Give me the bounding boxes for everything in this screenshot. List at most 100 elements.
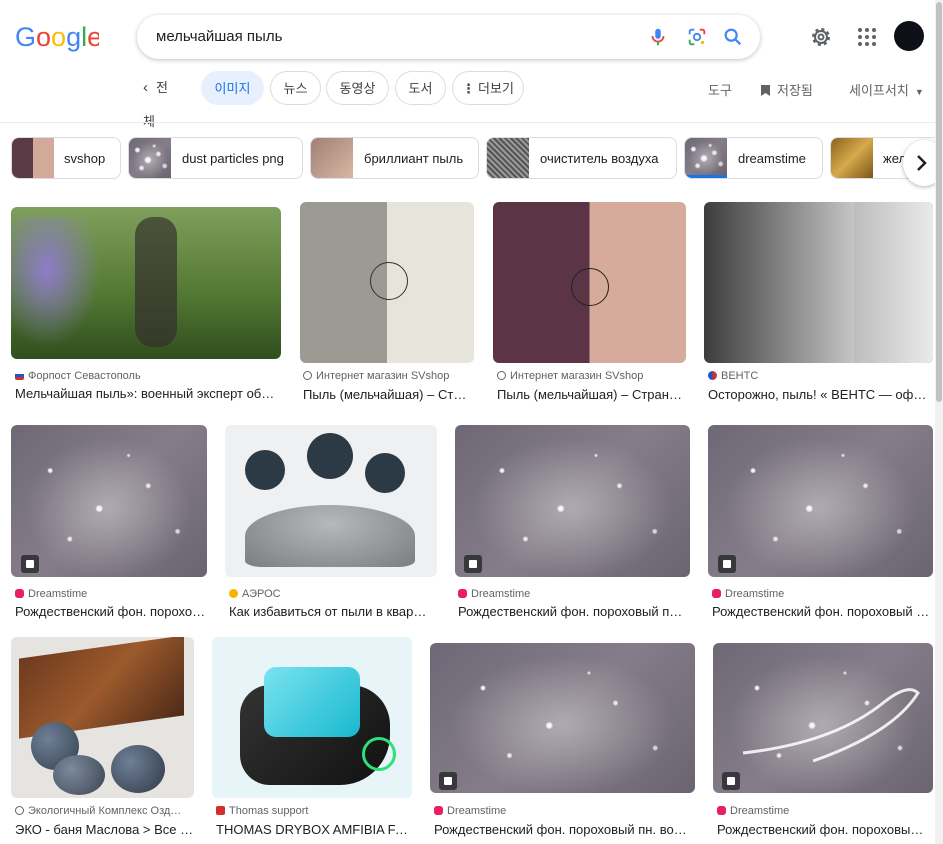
microbe-circle <box>365 453 405 493</box>
stamp-shape <box>571 268 609 306</box>
tab-news[interactable]: 뉴스 <box>270 71 321 105</box>
result-image[interactable] <box>713 643 933 793</box>
dreamstime-favicon <box>434 806 443 815</box>
globe-icon <box>15 806 24 815</box>
camera-lens-icon[interactable] <box>686 26 708 48</box>
image-badge-icon <box>464 555 482 573</box>
result-image[interactable] <box>11 207 281 359</box>
stamp-shape <box>370 262 408 300</box>
result-title[interactable]: Пыль (мельчайшая) – Стран… <box>497 387 683 402</box>
result-title[interactable]: Осторожно, пыль! « ВЕНТС — офиц… <box>708 387 933 402</box>
result-image[interactable] <box>225 425 437 577</box>
chip-label: бриллиант пыль <box>364 151 464 166</box>
chip-dreamstime[interactable]: dreamstime <box>684 137 823 179</box>
result-card[interactable]: Dreamstime Рождественский фон. пороховый… <box>430 643 695 844</box>
result-card[interactable]: ВЕНТС Осторожно, пыль! « ВЕНТС — офиц… <box>704 202 933 407</box>
result-title[interactable]: Пыль (мельчайшая) – Стр… <box>303 387 473 402</box>
header-divider <box>0 122 943 123</box>
result-source-label: Thomas support <box>229 805 309 817</box>
result-source: Форпост Севастополь <box>15 370 281 382</box>
apps-grid-icon[interactable] <box>856 26 878 48</box>
result-image[interactable] <box>704 202 933 363</box>
tab-more-label: 더보기 <box>478 81 514 96</box>
result-source-label: Интернет магазин SVshop <box>510 370 644 382</box>
image-badge-icon <box>21 555 39 573</box>
tab-images[interactable]: 이미지 <box>201 71 264 105</box>
result-image[interactable] <box>11 637 194 798</box>
result-image[interactable] <box>455 425 690 577</box>
chip-label: dreamstime <box>738 151 806 166</box>
microphone-icon[interactable] <box>647 26 669 48</box>
result-title[interactable]: ЭКО - баня Маслова > Все … <box>15 822 194 837</box>
tab-all[interactable]: ‹ 전체 <box>143 71 168 139</box>
globe-icon <box>303 371 312 380</box>
result-card[interactable]: Dreamstime Рождественский фон. пороховый… <box>708 425 933 620</box>
settings-gear-icon[interactable] <box>809 25 833 49</box>
chip-thumbnail <box>685 138 727 178</box>
result-title[interactable]: Мельчайшая пыль»: военный эксперт об… <box>15 386 279 401</box>
svg-text:Google: Google <box>15 22 99 52</box>
sparkle-swirl-shape <box>742 688 920 763</box>
search-box[interactable]: мельчайшая пыль <box>137 15 760 59</box>
result-card[interactable]: Форпост Севастополь Мельчайшая пыль»: во… <box>11 207 281 407</box>
tab-more[interactable]: ⋮ 더보기 <box>452 71 524 105</box>
result-source-label: Dreamstime <box>730 805 790 817</box>
result-source: Интернет магазин SVshop <box>303 370 474 382</box>
result-title[interactable]: THOMAS DRYBOX AMFIBIA FA… <box>216 822 412 837</box>
image-badge-icon <box>439 772 457 790</box>
result-source: Экологичный Комплекс Озд… <box>15 805 194 817</box>
account-avatar[interactable] <box>894 21 924 51</box>
result-source: Thomas support <box>216 805 412 817</box>
result-image[interactable] <box>212 637 412 798</box>
saved-link[interactable]: 저장됨 <box>760 80 813 99</box>
result-image[interactable] <box>493 202 686 363</box>
dreamstime-favicon <box>15 589 24 598</box>
safesearch-label: 세이프서치 <box>849 83 909 98</box>
result-card[interactable]: Dreamstime Рождественский фон. пороховы… <box>713 643 933 844</box>
chip-dust-particles-png[interactable]: dust particles png <box>128 137 303 179</box>
search-icon[interactable] <box>722 26 744 48</box>
tools-link[interactable]: 도구 <box>708 80 732 99</box>
dreamstime-favicon <box>458 589 467 598</box>
result-image[interactable] <box>708 425 933 577</box>
result-source-label: Форпост Севастополь <box>28 370 141 382</box>
search-input[interactable]: мельчайшая пыль <box>156 28 282 45</box>
result-card[interactable]: АЭРОС Как избавиться от пыли в квар… <box>225 425 437 620</box>
google-logo[interactable]: Google <box>15 20 99 54</box>
scrollbar-thumb[interactable] <box>936 2 942 402</box>
image-badge-icon <box>718 555 736 573</box>
chip-svshop[interactable]: svshop <box>11 137 121 179</box>
result-image[interactable] <box>11 425 207 577</box>
chip-thumbnail <box>311 138 353 178</box>
chip-air-purifier[interactable]: очиститель воздуха <box>486 137 677 179</box>
result-card[interactable]: Thomas support THOMAS DRYBOX AMFIBIA FA… <box>212 637 412 844</box>
result-card[interactable]: Интернет магазин SVshop Пыль (мельчайшая… <box>300 202 474 407</box>
result-source-label: Dreamstime <box>725 588 785 600</box>
chip-diamond-dust[interactable]: бриллиант пыль <box>310 137 479 179</box>
result-image[interactable] <box>300 202 474 363</box>
result-source-label: Dreamstime <box>471 588 531 600</box>
result-card[interactable]: Экологичный Комплекс Озд… ЭКО - баня Мас… <box>11 637 194 844</box>
chip-thumbnail <box>487 138 529 178</box>
face-shape <box>854 202 933 363</box>
safesearch-dropdown[interactable]: 세이프서치 ▼ <box>849 80 924 99</box>
result-title[interactable]: Рождественский фон. пороховый пн. во… <box>434 822 692 837</box>
result-image[interactable] <box>430 643 695 793</box>
result-title[interactable]: Как избавиться от пыли в квар… <box>229 604 437 619</box>
vacuum-tank-shape <box>264 667 360 737</box>
dust-pile-shape <box>245 505 415 567</box>
result-source: Dreamstime <box>717 805 933 817</box>
result-title[interactable]: Рождественский фон. пороховы… <box>717 822 929 837</box>
tab-books[interactable]: 도서 <box>395 71 446 105</box>
result-title[interactable]: Рождественский фон. порохо… <box>15 604 207 619</box>
tab-videos[interactable]: 동영상 <box>326 71 389 105</box>
result-card[interactable]: Dreamstime Рождественский фон. пороховый… <box>455 425 690 620</box>
result-card[interactable]: Dreamstime Рождественский фон. порохо… <box>11 425 207 620</box>
result-title[interactable]: Рождественский фон. пороховый п… <box>458 604 690 619</box>
result-title[interactable]: Рождественский фон. пороховый … <box>712 604 933 619</box>
result-source-label: Интернет магазин SVshop <box>316 370 450 382</box>
chip-label: svshop <box>64 151 106 166</box>
result-source-label: ВЕНТС <box>721 370 759 382</box>
result-card[interactable]: Интернет магазин SVshop Пыль (мельчайшая… <box>493 202 686 407</box>
site-favicon <box>229 589 238 598</box>
